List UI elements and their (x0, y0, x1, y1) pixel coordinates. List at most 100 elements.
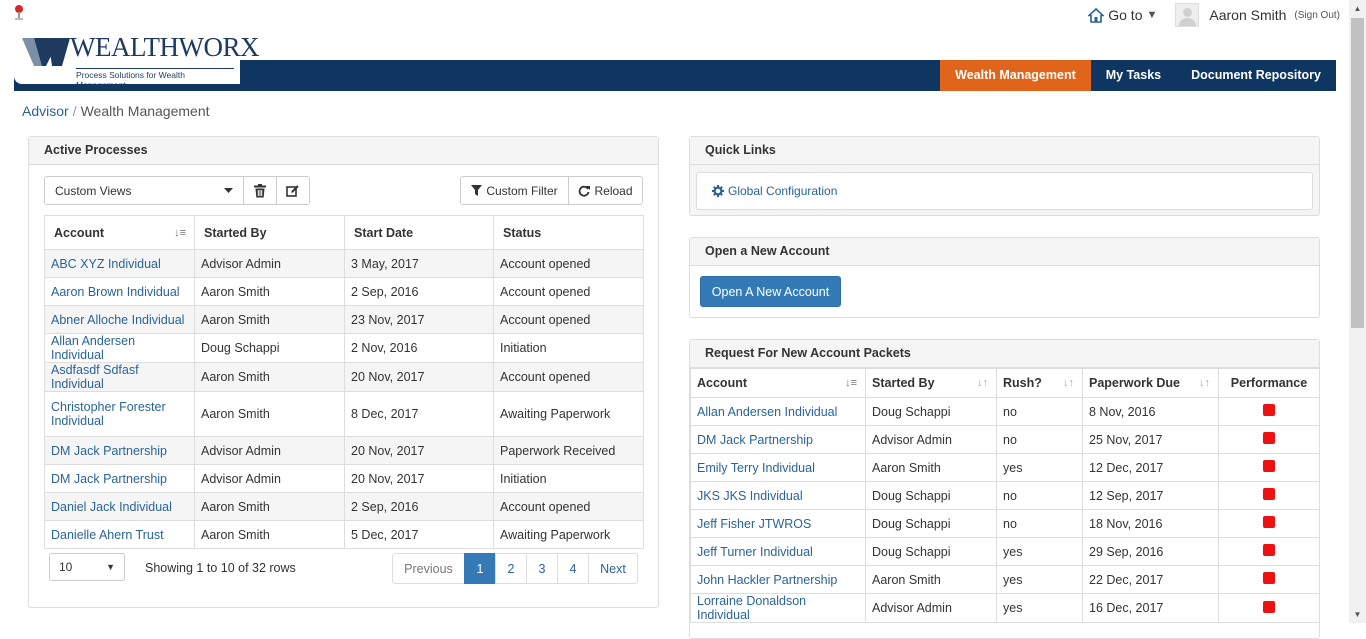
custom-views-label: Custom Views (55, 183, 132, 198)
table-row: Christopher Forester Individual Aaron Smi… (44, 391, 644, 437)
breadcrumb-separator: / (72, 103, 77, 119)
edit-view-button[interactable] (276, 176, 310, 205)
account-link[interactable]: DM Jack Partnership (690, 425, 866, 454)
column-header-label: Account (54, 225, 104, 240)
sign-out-link[interactable]: (Sign Out) (1294, 10, 1340, 21)
nav-my-tasks[interactable]: My Tasks (1091, 60, 1176, 91)
started-by-cell: Aaron Smith (865, 565, 997, 594)
quick-links-list: Global Configuration (696, 172, 1313, 210)
column-header-started-by[interactable]: Started By (194, 215, 345, 250)
performance-cell (1218, 453, 1320, 482)
column-header-start-date[interactable]: Start Date (344, 215, 494, 250)
caret-down-icon: ▼ (1146, 9, 1158, 21)
account-link[interactable]: DM Jack Partnership (44, 464, 195, 493)
status-cell: Initiation (493, 464, 644, 493)
reload-label: Reload (594, 183, 633, 198)
column-header-label: Started By (204, 225, 267, 240)
filter-toolbar: Custom Filter Reload (460, 176, 643, 205)
caret-down-icon: ▼ (106, 562, 115, 572)
global-configuration-link[interactable]: Global Configuration (712, 173, 837, 209)
breadcrumb-advisor-link[interactable]: Advisor (22, 103, 69, 119)
account-link[interactable]: Danielle Ahern Trust (44, 520, 195, 549)
account-link[interactable]: Emily Terry Individual (690, 453, 866, 482)
brand-name: WEALTHWORX (70, 32, 259, 62)
account-link[interactable]: JKS JKS Individual (690, 481, 866, 510)
started-by-cell: Aaron Smith (194, 362, 345, 392)
column-header-account[interactable]: Account ↓≡ (44, 215, 195, 250)
table-row: DM Jack Partnership Advisor Admin 20 Nov, … (44, 464, 644, 493)
paperwork-due-cell: 25 Nov, 2017 (1082, 425, 1219, 454)
account-link[interactable]: Aaron Brown Individual (44, 277, 195, 306)
scroll-up-icon[interactable]: ▲ (1349, 0, 1366, 17)
nav-wealth-management[interactable]: Wealth Management (940, 60, 1091, 91)
started-by-cell: Aaron Smith (194, 277, 345, 306)
packets-title: Request For New Account Packets (690, 340, 1319, 368)
paperwork-due-cell: 22 Dec, 2017 (1082, 565, 1219, 594)
column-header-label: Started By (872, 376, 935, 390)
column-header-label: Start Date (354, 225, 414, 240)
custom-filter-button[interactable]: Custom Filter (460, 176, 569, 205)
scroll-down-icon[interactable]: ▼ (1349, 606, 1366, 623)
paperwork-due-cell: 12 Sep, 2017 (1082, 481, 1219, 510)
pagination-page-3[interactable]: 3 (526, 553, 558, 584)
table-row: Asdfasdf Sdfasf Individual Aaron Smith 20 … (44, 362, 644, 392)
account-link[interactable]: Asdfasdf Sdfasf Individual (44, 362, 195, 392)
global-configuration-label: Global Configuration (728, 184, 838, 198)
start-date-cell: 2 Sep, 2016 (344, 277, 494, 306)
table-row: DM Jack Partnership Advisor Admin 20 Nov, … (44, 436, 644, 465)
trash-icon (254, 183, 266, 197)
table-row: Lorraine Donaldson Individual Advisor Adm… (690, 593, 1320, 623)
rush-cell: yes (996, 593, 1083, 623)
account-link[interactable]: Daniel Jack Individual (44, 492, 195, 521)
account-link[interactable]: Jeff Fisher JTWROS (690, 509, 866, 538)
reload-icon (579, 185, 591, 197)
nav-document-repository[interactable]: Document Repository (1176, 60, 1336, 91)
packets-header-started-by[interactable]: Started By ↓↑ (865, 368, 997, 398)
packets-header-account[interactable]: Account ↓≡ (690, 368, 866, 398)
account-link[interactable]: Abner Alloche Individual (44, 305, 195, 334)
packets-header-rush[interactable]: Rush? ↓↑ (996, 368, 1083, 398)
performance-cell (1218, 481, 1320, 510)
pagination-previous[interactable]: Previous (392, 553, 465, 584)
account-link[interactable]: John Hackler Partnership (690, 565, 866, 594)
account-link[interactable]: Jeff Turner Individual (690, 537, 866, 566)
pagination-page-2[interactable]: 2 (495, 553, 527, 584)
account-link[interactable]: Lorraine Donaldson Individual (690, 593, 866, 623)
pagination-page-4[interactable]: 4 (557, 553, 589, 584)
column-header-status[interactable]: Status (493, 215, 644, 250)
paperwork-due-cell: 16 Dec, 2017 (1082, 593, 1219, 623)
account-link[interactable]: Allan Andersen Individual (44, 333, 195, 363)
active-processes-table-wrap: Account ↓≡ Started By Start Date Status A… (44, 215, 644, 549)
packets-header-paperwork-due[interactable]: Paperwork Due ↓↑ (1082, 368, 1219, 398)
column-header-label: Paperwork Due (1089, 376, 1181, 390)
account-link[interactable]: ABC XYZ Individual (44, 249, 195, 278)
goto-menu[interactable]: Go to ▼ (1088, 7, 1157, 23)
account-link[interactable]: Christopher Forester Individual (44, 391, 195, 437)
paperwork-due-cell: 18 Nov, 2016 (1082, 509, 1219, 538)
page-size-select[interactable]: 10 ▼ (49, 553, 125, 581)
started-by-cell: Doug Schappi (865, 509, 997, 538)
page-scrollbar[interactable]: ▲ ▼ (1349, 0, 1366, 623)
custom-views-select[interactable]: Custom Views (44, 176, 244, 205)
table-row: Jeff Turner Individual Doug Schappi yes 29 … (690, 537, 1320, 566)
page-size-dropdown[interactable]: 10 ▼ (49, 553, 125, 581)
user-name: Aaron Smith (1209, 7, 1287, 23)
performance-cell (1218, 565, 1320, 594)
sort-asc-icon: ↓≡ (845, 377, 857, 389)
reload-button[interactable]: Reload (568, 176, 643, 205)
page-size-value: 10 (59, 560, 73, 574)
gear-icon (712, 185, 724, 197)
open-account-button[interactable]: Open A New Account (700, 276, 841, 307)
scrollbar-thumb[interactable] (1351, 18, 1364, 328)
pagination-next[interactable]: Next (588, 553, 638, 584)
pagination-page-1[interactable]: 1 (464, 553, 496, 584)
brand-logo[interactable]: WEALTHWORX Process Solutions for Wealth … (14, 28, 259, 90)
logo-mark-icon (22, 38, 70, 66)
status-cell: Account opened (493, 277, 644, 306)
account-link[interactable]: Allan Andersen Individual (690, 397, 866, 426)
started-by-cell: Advisor Admin (194, 464, 345, 493)
delete-view-button[interactable] (243, 176, 277, 205)
breadcrumb-current: Wealth Management (80, 103, 210, 119)
status-cell: Paperwork Received (493, 436, 644, 465)
account-link[interactable]: DM Jack Partnership (44, 436, 195, 465)
